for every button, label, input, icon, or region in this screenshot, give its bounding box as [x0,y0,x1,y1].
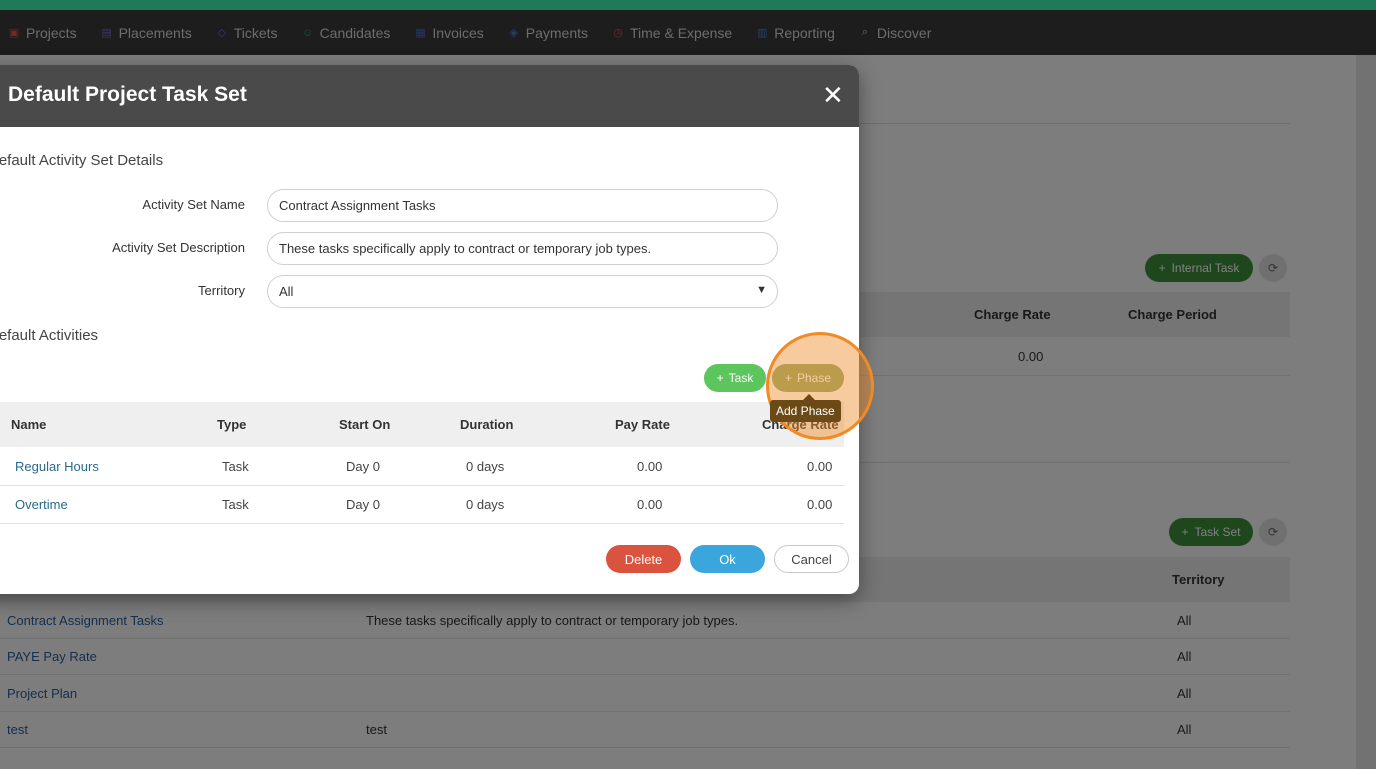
activity-type: Task [222,459,249,474]
header-start-on: Start On [339,417,391,432]
activity-set-name-label: Activity Set Name [142,197,245,212]
button-label: Task [728,371,754,385]
row-divider [0,485,844,486]
activity-set-description-label: Activity Set Description [112,240,245,255]
close-icon[interactable]: ✕ [822,81,844,109]
activity-set-description-input[interactable]: These tasks specifically apply to contra… [267,232,778,265]
details-section-title: Default Activity Set Details [0,152,164,169]
modal-title: Default Project Task Set [8,83,247,106]
activity-duration: 0 days [466,459,505,474]
activity-pay-rate: 0.00 [637,497,663,512]
top-accent-strip [0,0,1376,10]
activity-name-link[interactable]: Overtime [15,497,68,512]
modal-header: Default Project Task Set ✕ [0,65,859,127]
activity-start-on: Day 0 [346,459,380,474]
row-divider [0,523,844,524]
activity-type: Task [222,497,249,512]
territory-label: Territory [198,283,245,298]
activity-set-name-input[interactable]: Contract Assignment Tasks [267,189,778,222]
click-highlight [766,332,874,440]
header-pay-rate: Pay Rate [615,417,670,432]
chevron-down-icon: ▼ [756,284,767,296]
header-type: Type [217,417,247,432]
add-task-button[interactable]: + Task [704,364,766,392]
cancel-button[interactable]: Cancel [774,545,849,573]
plus-icon: + [716,371,724,385]
activity-charge-rate: 0.00 [807,459,833,474]
add-phase-tooltip: Add Phase [770,400,841,422]
ok-button[interactable]: Ok [690,545,765,573]
header-duration: Duration [460,417,514,432]
territory-select[interactable]: All ▼ [267,275,778,308]
activity-charge-rate: 0.00 [807,497,833,512]
territory-selected-value: All [279,284,294,299]
activity-duration: 0 days [466,497,505,512]
activity-start-on: Day 0 [346,497,380,512]
header-name: Name [11,417,47,432]
task-set-modal: Default Project Task Set ✕ Default Activ… [0,65,859,594]
delete-button[interactable]: Delete [606,545,681,573]
activity-pay-rate: 0.00 [637,459,663,474]
activity-name-link[interactable]: Regular Hours [15,459,99,474]
activities-section-title: Default Activities [0,327,99,344]
activities-table-header [0,402,844,447]
